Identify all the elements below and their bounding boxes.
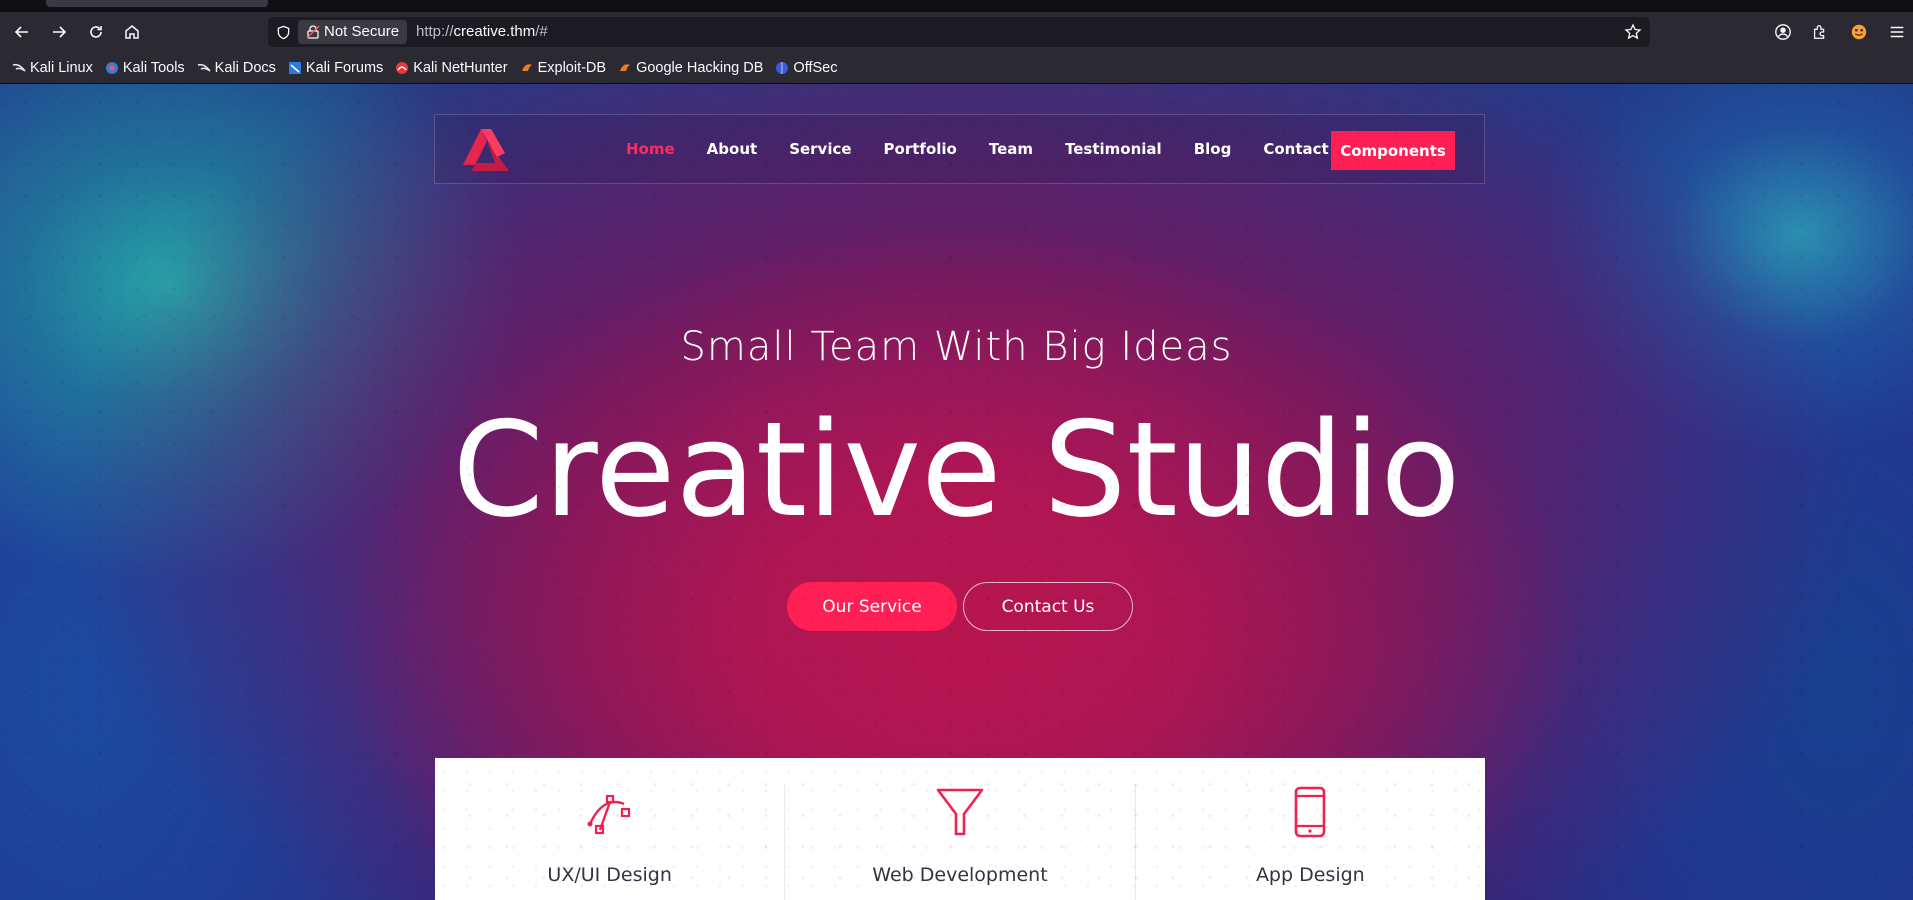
shield-icon[interactable] xyxy=(274,23,292,41)
url-host: creative.thm xyxy=(453,23,536,40)
bookmark-label: Kali Forums xyxy=(305,59,384,76)
bookmark-item[interactable]: Google Hacking DB xyxy=(618,60,763,76)
service-title: App Design xyxy=(1255,864,1365,886)
arrow-right-icon xyxy=(53,26,67,38)
nav-contact[interactable]: Contact xyxy=(1263,140,1328,158)
bookmark-label: Kali Docs xyxy=(214,59,276,76)
brand-logo[interactable] xyxy=(461,127,511,173)
hero-tagline: Small Team With Big Ideas xyxy=(680,324,1233,370)
kali-forums-icon xyxy=(288,61,302,75)
bookmark-label: Google Hacking DB xyxy=(636,59,764,76)
nethunter-icon xyxy=(395,61,409,75)
home-icon xyxy=(125,25,139,39)
kali-icon xyxy=(197,61,211,75)
service-title: UX/UI Design xyxy=(547,864,672,886)
bookmark-item[interactable]: Kali NetHunter xyxy=(395,59,508,76)
bookmark-item[interactable]: Kali Tools xyxy=(105,60,185,76)
extensions-icon[interactable] xyxy=(1809,21,1831,43)
nav-service[interactable]: Service xyxy=(789,140,851,158)
triangle-logo-icon xyxy=(463,129,509,171)
main-menu: Home About Service Portfolio Team Testim… xyxy=(626,115,1361,183)
home-button[interactable] xyxy=(120,20,144,44)
bookmark-label: OffSec xyxy=(793,59,838,76)
bookmark-label: Kali Linux xyxy=(30,59,93,76)
contact-us-button[interactable]: Contact Us xyxy=(963,582,1133,631)
bookmark-item[interactable]: Kali Docs xyxy=(197,60,276,76)
nav-about[interactable]: About xyxy=(707,140,758,158)
back-button[interactable] xyxy=(10,20,34,44)
offsec-icon xyxy=(775,61,789,75)
service-title: Web Development xyxy=(872,864,1048,886)
nav-testimonial[interactable]: Testimonial xyxy=(1065,140,1162,158)
bookmark-label: Exploit-DB xyxy=(537,59,607,76)
not-secure-badge[interactable]: Not Secure xyxy=(298,20,408,44)
extension-badge-icon[interactable] xyxy=(1848,21,1870,43)
funnel-icon xyxy=(932,784,988,840)
service-card[interactable]: UX/UI Design xyxy=(435,784,786,900)
bookmark-label: Kali NetHunter xyxy=(413,59,508,76)
service-card[interactable]: Web Development xyxy=(785,784,1136,900)
tab-strip xyxy=(0,0,1913,12)
mobile-icon xyxy=(1282,784,1338,840)
insecure-lock-icon xyxy=(306,25,320,39)
security-label: Not Secure xyxy=(324,23,400,40)
browser-toolbar: Not Secure http://creative.thm/# xyxy=(0,12,1913,52)
components-button[interactable]: Components xyxy=(1331,131,1455,170)
hero-title: Creative Studio xyxy=(452,393,1461,546)
nav-blog[interactable]: Blog xyxy=(1194,140,1232,158)
site-header: Home About Service Portfolio Team Testim… xyxy=(434,114,1485,184)
arrow-left-icon xyxy=(14,26,28,38)
reload-icon xyxy=(90,26,102,38)
account-icon[interactable] xyxy=(1772,21,1794,43)
bookmark-item[interactable]: Kali Forums xyxy=(288,60,383,76)
bookmark-star-icon[interactable] xyxy=(1624,23,1642,41)
our-service-button[interactable]: Our Service xyxy=(787,582,957,631)
url-text[interactable]: http://creative.thm/# xyxy=(416,23,548,40)
exploitdb-icon xyxy=(618,61,632,75)
bookmarks-bar: Kali Linux Kali Tools Kali Docs Kali For… xyxy=(0,52,1913,84)
nav-team[interactable]: Team xyxy=(989,140,1033,158)
menu-icon[interactable] xyxy=(1886,21,1908,43)
bookmark-label: Kali Tools xyxy=(122,59,185,76)
active-tab[interactable] xyxy=(46,0,268,7)
url-suffix: /# xyxy=(535,23,548,40)
page-viewport: Home About Service Portfolio Team Testim… xyxy=(0,84,1913,900)
bookmark-item[interactable]: Kali Linux xyxy=(12,60,93,76)
reload-button[interactable] xyxy=(84,20,108,44)
service-card[interactable]: App Design xyxy=(1136,784,1485,900)
exploitdb-icon xyxy=(520,61,534,75)
url-prefix: http:// xyxy=(416,23,454,40)
bezier-pen-icon xyxy=(582,784,638,840)
bookmark-item[interactable]: OffSec xyxy=(775,60,837,76)
kali-tools-icon xyxy=(105,61,119,75)
forward-button[interactable] xyxy=(47,20,71,44)
url-bar[interactable]: Not Secure http://creative.thm/# xyxy=(268,17,1650,47)
services-strip: UX/UI Design Web Development App Design xyxy=(435,758,1485,900)
nav-portfolio[interactable]: Portfolio xyxy=(884,140,957,158)
nav-home[interactable]: Home xyxy=(626,140,675,158)
bookmark-item[interactable]: Exploit-DB xyxy=(520,59,607,76)
kali-icon xyxy=(12,61,26,75)
